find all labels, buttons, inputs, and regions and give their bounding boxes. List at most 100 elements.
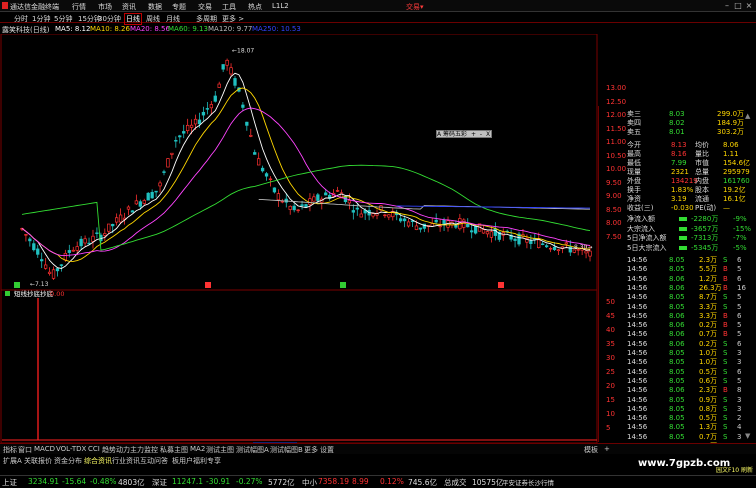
indicator-tab-3[interactable]: VOL-TDX [56,445,86,453]
add-tab[interactable]: + [604,445,610,453]
period-tab-1[interactable]: 1分钟 [32,14,50,24]
menu-1[interactable]: 市场 [98,2,112,12]
menu-6[interactable]: 工具 [222,2,236,12]
price-tick: 13.00 [606,84,627,92]
tick-time: 14:56 [627,274,648,283]
indicator-tab-4[interactable]: CCI [88,445,100,453]
candle-body [55,268,60,272]
tick-dir: B [723,274,728,283]
indicator-tab-5[interactable]: 趋势动力 [102,445,130,455]
candle-body [383,214,387,217]
indicator-frame [0,289,598,443]
tick-time: 14:56 [627,283,648,292]
candle-body [268,178,273,181]
stat-row: 换手 1.83% 股本 19.2亿 [599,186,756,194]
broker-label: 平安证券长沙行情 [502,479,554,487]
ext-tab-3[interactable]: 综合资讯 [84,456,112,466]
period-tab-2[interactable]: 5分钟 [54,14,72,24]
candle-body [406,221,411,227]
candle-body [170,152,174,155]
float-btn-close[interactable]: X [486,131,490,138]
candle-body [95,232,99,235]
index-name[interactable]: 中小 [302,477,317,488]
tick-time: 14:56 [627,395,648,404]
price-tick: 11.50 [606,124,627,133]
candle-body [280,200,284,203]
maximize-icon[interactable]: □ [733,1,743,10]
trade-menu[interactable]: 交易▾ [406,2,424,12]
stat-label: 最高 [627,150,641,158]
indicator-tab-10[interactable]: 测试幅图A [236,445,269,455]
candle-body [371,213,375,217]
minimize-icon[interactable]: – [722,1,732,10]
menu-8[interactable]: L1L2 [272,2,289,10]
kline-chart[interactable]: ←18.07←7.138.30→ 短线抄底抄底0.00 2022年5678910… [0,34,598,443]
close-icon[interactable]: × [744,1,754,10]
menu-0[interactable]: 行情 [72,2,86,12]
candle-body [146,192,150,201]
menu-7[interactable]: 热点 [248,2,262,12]
footer-f10[interactable]: 园文F10 刷新 [716,465,753,474]
candle-body [91,235,95,242]
tick-time: 14:56 [627,358,648,367]
candle-body [399,218,403,222]
ext-tab-4[interactable]: 行业资讯 [112,456,140,466]
tick-vol: 0.7万 [699,432,718,441]
indicator-tab-11[interactable]: 测试幅图B [270,445,303,455]
index-name[interactable]: 深证 [152,477,167,488]
ext-tab-6[interactable]: 板用户福利专享 [172,456,221,466]
scroll-down-icon[interactable]: ▼ [745,432,750,440]
float-btn-plus[interactable]: + [471,131,476,138]
ext-tab-1[interactable]: 关联报价 [24,456,52,466]
indicator-tab-12[interactable]: 更多 [304,445,318,455]
period-tab-7[interactable]: 月线 [166,14,180,24]
ext-tab-5[interactable]: 互动问答 [140,456,168,466]
tick-row: 14:56 8.05 0.8万 S 3 [599,405,756,413]
period-tab-5[interactable]: 日线 [124,13,142,25]
tick-count: 8 [737,386,742,395]
menu-5[interactable]: 交易 [198,2,212,12]
index-value: 3234.91 [28,477,60,486]
indicator-tick: 15 [606,396,615,404]
tick-vol: 0.2万 [699,321,718,330]
menu-4[interactable]: 专题 [172,2,186,12]
period-tab-9[interactable]: 更多 > [222,14,244,24]
indicator-tab-1[interactable]: 窗口 [18,445,32,455]
index-change: -15.64 [62,477,87,486]
chip-float-box[interactable]: A 筹码五彩 + - X [436,130,492,138]
menu-2[interactable]: 资讯 [122,2,136,12]
candle-body [150,191,154,199]
candle-body [485,231,490,235]
scroll-up-icon[interactable]: ▲ [745,112,750,120]
ask-price: 8.01 [669,128,685,136]
candle-body [584,250,588,254]
indicator-tab-8[interactable]: MA2 [190,445,205,453]
index-name[interactable]: 上证 [2,477,17,488]
app-title: 通达信金融终端 [10,3,59,11]
period-tab-4[interactable]: 30分钟 [98,14,121,24]
candle-body [556,249,561,252]
indicator-tick: 30 [606,354,615,362]
menu-3[interactable]: 数据 [148,2,162,12]
candle-body [473,225,478,234]
flow-value: -2280万 [691,215,719,223]
float-btn-minus[interactable]: - [480,131,482,138]
stat-label: 量比 [695,150,709,158]
indicator-tab-9[interactable]: 测试主图 [206,445,234,455]
period-tab-0[interactable]: 分时 [14,14,28,24]
ext-tab-2[interactable]: 资金分布 [54,456,82,466]
indicator-tab-13[interactable]: 设置 [320,445,334,455]
template-tab[interactable]: 模板 [584,445,598,455]
tick-count: 3 [737,404,742,413]
candle-body [304,204,308,208]
tick-price: 8.06 [669,321,685,330]
tick-time: 14:56 [627,339,648,348]
indicator-tab-6[interactable]: 主力监控 [130,445,158,455]
indicator-tab-2[interactable]: MACD [34,445,55,453]
period-tab-8[interactable]: 多周期 [196,14,217,24]
tick-price: 8.05 [669,349,685,357]
ext-tab-0[interactable]: 扩展A [3,456,22,466]
indicator-tab-0[interactable]: 指标 [3,445,17,455]
indicator-tab-7[interactable]: 私募主图 [160,445,188,455]
period-tab-6[interactable]: 周线 [146,14,160,24]
